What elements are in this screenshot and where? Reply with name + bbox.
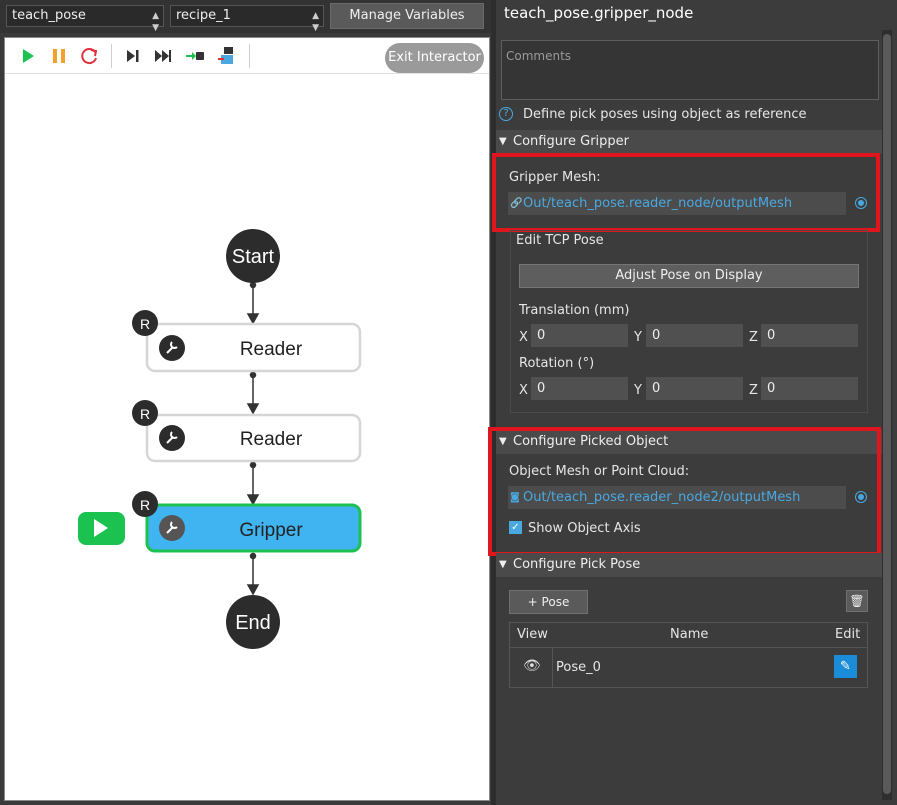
adjust-pose-button[interactable]: Adjust Pose on Display (519, 264, 859, 288)
gripper-label: Gripper (239, 520, 303, 541)
tz-input[interactable]: 0 (761, 324, 858, 347)
translation-label: Translation (mm) (519, 303, 630, 318)
collapse-triangle-icon: ▼ (499, 559, 507, 570)
configure-pick-header[interactable]: ▼ Configure Pick Pose (496, 553, 882, 577)
end-label: End (235, 612, 271, 634)
project-select-value: teach_pose (12, 8, 86, 23)
col-name: Name (670, 627, 709, 642)
row-divider (552, 648, 553, 688)
flow-canvas[interactable]: Exit Interactor Start Reader R Reader R … (4, 37, 490, 801)
rotation-label: Rotation (°) (519, 356, 595, 371)
tx-input[interactable]: 0 (531, 324, 628, 347)
scroll-thumb[interactable] (883, 34, 891, 794)
rx-input[interactable]: 0 (531, 377, 628, 400)
rz-label: Z (749, 383, 758, 398)
reader-1-label: Reader (240, 339, 303, 360)
updown-arrow-icon: ▲ ▼ (152, 11, 159, 33)
col-view: View (517, 627, 548, 642)
r-badge-label: R (140, 316, 150, 332)
ry-input[interactable]: 0 (646, 377, 743, 400)
ty-label: Y (634, 330, 642, 345)
add-pose-button[interactable]: + Pose (509, 590, 588, 614)
r-badge-label: R (140, 497, 150, 513)
pose-name: Pose_0 (556, 660, 601, 675)
reader-2-label: Reader (240, 429, 303, 450)
collapse-triangle-icon: ▼ (499, 136, 507, 147)
start-label: Start (232, 246, 275, 268)
highlight-box-object (488, 427, 881, 556)
ty-input[interactable]: 0 (646, 324, 743, 347)
comments-field[interactable]: Comments (501, 40, 879, 100)
panel-title: teach_pose.gripper_node (504, 4, 694, 22)
manage-variables-button[interactable]: Manage Variables (330, 3, 484, 29)
ry-label: Y (634, 383, 642, 398)
eye-icon[interactable]: 👁 (523, 658, 541, 674)
r-badge-label: R (140, 406, 150, 422)
configure-gripper-title: Configure Gripper (513, 134, 630, 149)
scrollbar[interactable] (882, 30, 892, 800)
tz-label: Z (749, 330, 758, 345)
recipe-select-value: recipe_1 (176, 8, 231, 23)
help-icon[interactable]: ? (499, 107, 513, 121)
edit-icon[interactable]: ✎ (834, 655, 857, 678)
properties-panel: teach_pose.gripper_node Comments ? Defin… (488, 0, 897, 805)
recipe-select[interactable]: recipe_1 ▲ ▼ (170, 5, 324, 33)
table-row[interactable]: 👁 Pose_0 ✎ (510, 647, 867, 688)
rx-label: X (519, 383, 528, 398)
updown-arrow-icon: ▲ ▼ (312, 11, 319, 33)
top-bar: teach_pose ▲ ▼ recipe_1 ▲ ▼ Manage Variabl… (0, 0, 491, 33)
configure-gripper-header[interactable]: ▼ Configure Gripper (496, 130, 882, 154)
configure-pick-title: Configure Pick Pose (513, 557, 641, 572)
tx-label: X (519, 330, 528, 345)
rz-input[interactable]: 0 (761, 377, 858, 400)
trash-icon[interactable]: 🗑 (846, 590, 868, 612)
highlight-box-gripper (492, 153, 880, 232)
pose-table: View Name Edit 👁 Pose_0 ✎ (509, 622, 868, 688)
help-text: Define pick poses using object as refere… (523, 107, 807, 122)
edit-tcp-label: Edit TCP Pose (516, 233, 604, 248)
col-edit: Edit (835, 627, 861, 642)
project-select[interactable]: teach_pose ▲ ▼ (6, 5, 164, 33)
flow-graph: Start Reader R Reader R Gripper R End (78, 229, 362, 649)
